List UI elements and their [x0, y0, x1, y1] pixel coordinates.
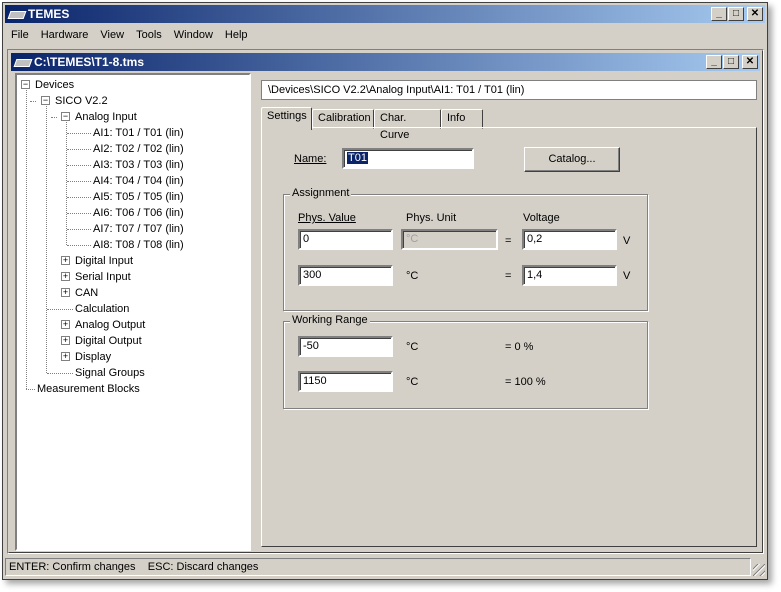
status-bar: ENTER: Confirm changes ESC: Discard chan… — [5, 556, 767, 578]
close-button[interactable]: ✕ — [747, 7, 763, 21]
phys-value-2-field[interactable]: 300 — [298, 265, 393, 286]
path-display: \Devices\SICO V2.2\Analog Input\AI1: T01… — [261, 80, 757, 100]
tree-devices[interactable]: Devices — [35, 77, 74, 93]
volt-unit: V — [623, 235, 631, 247]
document-title: C:\TEMES\T1-8.tms — [34, 55, 145, 69]
app-window: TEMES _ □ ✕ File Hardware View Tools Win… — [2, 2, 768, 580]
document-window: C:\TEMES\T1-8.tms _ □ ✕ − Devices − SICO… — [8, 50, 763, 553]
equals-sign: = — [505, 270, 512, 282]
expand-icon[interactable]: + — [61, 336, 70, 345]
name-value: T01 — [347, 152, 368, 164]
phys-unit-text: °C — [406, 270, 419, 282]
range-max-field[interactable]: 1150 — [298, 371, 393, 392]
menubar: File Hardware View Tools Window Help — [5, 25, 765, 45]
tree-channel[interactable]: AI2: T02 / T02 (lin) — [93, 141, 184, 157]
assignment-legend: Assignment — [290, 187, 352, 199]
tree-digital-input[interactable]: Digital Input — [75, 253, 133, 269]
minimize-button[interactable]: _ — [711, 7, 727, 21]
equals-sign: = — [505, 235, 512, 247]
menu-file[interactable]: File — [5, 29, 35, 41]
working-range-group: Working Range -50 °C = 0 % 1150 °C = 100… — [283, 314, 648, 409]
doc-maximize-button[interactable]: □ — [723, 55, 739, 69]
device-tree[interactable]: − Devices − SICO V2.2 − Analog Input AI1… — [15, 73, 251, 551]
tree-channel[interactable]: AI3: T03 / T03 (lin) — [93, 157, 184, 173]
tab-calibration[interactable]: Calibration — [312, 109, 374, 129]
name-field[interactable]: T01 — [342, 148, 474, 169]
tree-device-sico[interactable]: SICO V2.2 — [55, 93, 108, 109]
tree-channel[interactable]: AI5: T05 / T05 (lin) — [93, 189, 184, 205]
document-titlebar[interactable]: C:\TEMES\T1-8.tms _ □ ✕ — [11, 53, 760, 71]
expand-icon[interactable]: + — [61, 320, 70, 329]
app-title: TEMES — [28, 7, 70, 21]
expand-icon[interactable]: + — [61, 272, 70, 281]
menu-tools[interactable]: Tools — [130, 29, 168, 41]
working-range-legend: Working Range — [290, 314, 370, 326]
expand-icon[interactable]: + — [61, 352, 70, 361]
assignment-group: Assignment Phys. Value Phys. Unit Voltag… — [283, 187, 648, 311]
tree-channel[interactable]: AI6: T06 / T06 (lin) — [93, 205, 184, 221]
phys-value-1-field[interactable]: 0 — [298, 229, 393, 250]
tree-channel[interactable]: AI4: T04 / T04 (lin) — [93, 173, 184, 189]
phys-unit-field: °C — [401, 229, 498, 250]
expand-icon[interactable]: + — [61, 256, 70, 265]
range-max-unit: °C — [406, 376, 419, 388]
details-panel: \Devices\SICO V2.2\Analog Input\AI1: T01… — [255, 73, 759, 551]
voltage-header: Voltage — [523, 212, 560, 224]
collapse-icon[interactable]: − — [21, 80, 30, 89]
tree-digital-output[interactable]: Digital Output — [75, 333, 142, 349]
catalog-button[interactable]: Catalog... — [524, 147, 620, 172]
collapse-icon[interactable]: − — [61, 112, 70, 121]
app-titlebar[interactable]: TEMES _ □ ✕ — [5, 5, 765, 23]
name-label: Name: — [294, 153, 327, 165]
collapse-icon[interactable]: − — [41, 96, 50, 105]
tree-channel[interactable]: AI8: T08 / T08 (lin) — [93, 237, 184, 253]
range-min-percent: = 0 % — [505, 341, 534, 353]
tree-measurement-blocks[interactable]: Measurement Blocks — [37, 381, 140, 397]
tab-info[interactable]: Info — [441, 109, 483, 129]
volt-unit: V — [623, 270, 631, 282]
menu-hardware[interactable]: Hardware — [35, 29, 95, 41]
tree-analog-input[interactable]: Analog Input — [75, 109, 137, 125]
tree-signal-groups[interactable]: Signal Groups — [75, 365, 145, 381]
settings-panel: Name: T01 Catalog... Assignment Phys. Va… — [261, 127, 757, 547]
mdi-area: C:\TEMES\T1-8.tms _ □ ✕ − Devices − SICO… — [7, 49, 764, 554]
doc-close-button[interactable]: ✕ — [742, 55, 758, 69]
tree-channel[interactable]: AI7: T07 / T07 (lin) — [93, 221, 184, 237]
phys-unit-header: Phys. Unit — [406, 212, 457, 224]
range-min-unit: °C — [406, 341, 419, 353]
tab-char-curve[interactable]: Char. Curve — [374, 109, 441, 141]
menu-window[interactable]: Window — [168, 29, 219, 41]
range-max-percent: = 100 % — [505, 376, 546, 388]
tree-can[interactable]: CAN — [75, 285, 98, 301]
tree-calculation[interactable]: Calculation — [75, 301, 129, 317]
expand-icon[interactable]: + — [61, 288, 70, 297]
range-min-field[interactable]: -50 — [298, 336, 393, 357]
maximize-button[interactable]: □ — [728, 7, 744, 21]
menu-view[interactable]: View — [94, 29, 130, 41]
phys-value-header: Phys. Value — [298, 212, 356, 224]
voltage-1-field[interactable]: 0,2 — [522, 229, 617, 250]
tree-display[interactable]: Display — [75, 349, 111, 365]
document-icon — [15, 56, 31, 68]
tree-serial-input[interactable]: Serial Input — [75, 269, 131, 285]
doc-minimize-button[interactable]: _ — [706, 55, 722, 69]
menu-help[interactable]: Help — [219, 29, 254, 41]
tree-channel[interactable]: AI1: T01 / T01 (lin) — [93, 125, 184, 141]
status-text: ENTER: Confirm changes ESC: Discard chan… — [5, 558, 751, 576]
tab-settings[interactable]: Settings — [261, 107, 312, 130]
voltage-2-field[interactable]: 1,4 — [522, 265, 617, 286]
resize-grip-icon[interactable] — [753, 564, 765, 576]
app-icon — [9, 8, 25, 20]
tree-analog-output[interactable]: Analog Output — [75, 317, 145, 333]
